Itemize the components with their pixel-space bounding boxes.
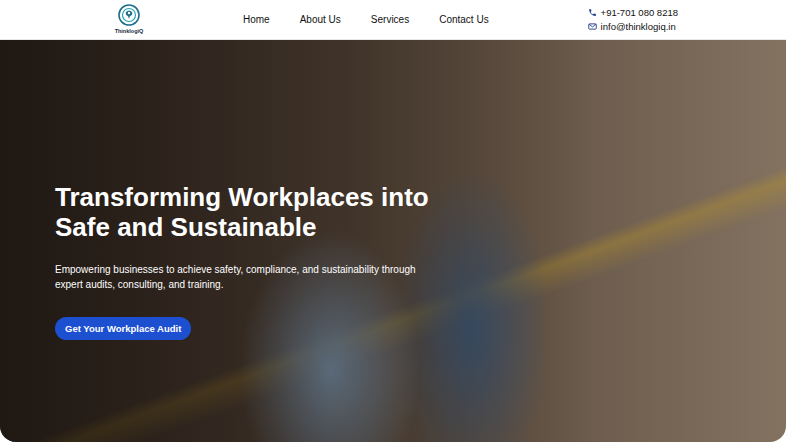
- site-frame: ThinklogiQ Home About Us Services Contact Us…: [0, 0, 786, 442]
- nav-link[interactable]: Contact Us: [439, 14, 488, 25]
- main-nav: Home About Us Services Contact Us: [243, 14, 489, 25]
- phone-number: +91-701 080 8218: [601, 7, 678, 18]
- page: ThinklogiQ Home About Us Services Contact Us…: [0, 0, 786, 442]
- hero-content: Transforming Workplaces intoSafe and Sus…: [0, 40, 786, 340]
- workplace-audit-button[interactable]: Get Your Workplace Audit: [55, 317, 191, 340]
- email-address: info@thinklogiq.in: [601, 21, 676, 32]
- hero-subtitle: Empowering businesses to achieve safety,…: [55, 262, 416, 292]
- phone-icon: [588, 8, 597, 17]
- email-link[interactable]: info@thinklogiq.in: [588, 21, 678, 32]
- envelope-icon: [588, 22, 597, 31]
- hero-title: Transforming Workplaces intoSafe and Sus…: [55, 182, 429, 242]
- header-bar: ThinklogiQ Home About Us Services Contact Us…: [0, 0, 786, 40]
- brain-logo-icon: [117, 4, 141, 28]
- nav-link[interactable]: Home: [243, 14, 270, 25]
- nav-link[interactable]: About Us: [300, 14, 341, 25]
- contact-info: +91-701 080 8218 info@thinklogiq.in: [588, 7, 678, 32]
- logo[interactable]: ThinklogiQ: [113, 4, 145, 35]
- hero-section: Transforming Workplaces intoSafe and Sus…: [0, 40, 786, 442]
- nav-link[interactable]: Services: [371, 14, 409, 25]
- phone-link[interactable]: +91-701 080 8218: [588, 7, 678, 18]
- logo-text: ThinklogiQ: [115, 28, 144, 35]
